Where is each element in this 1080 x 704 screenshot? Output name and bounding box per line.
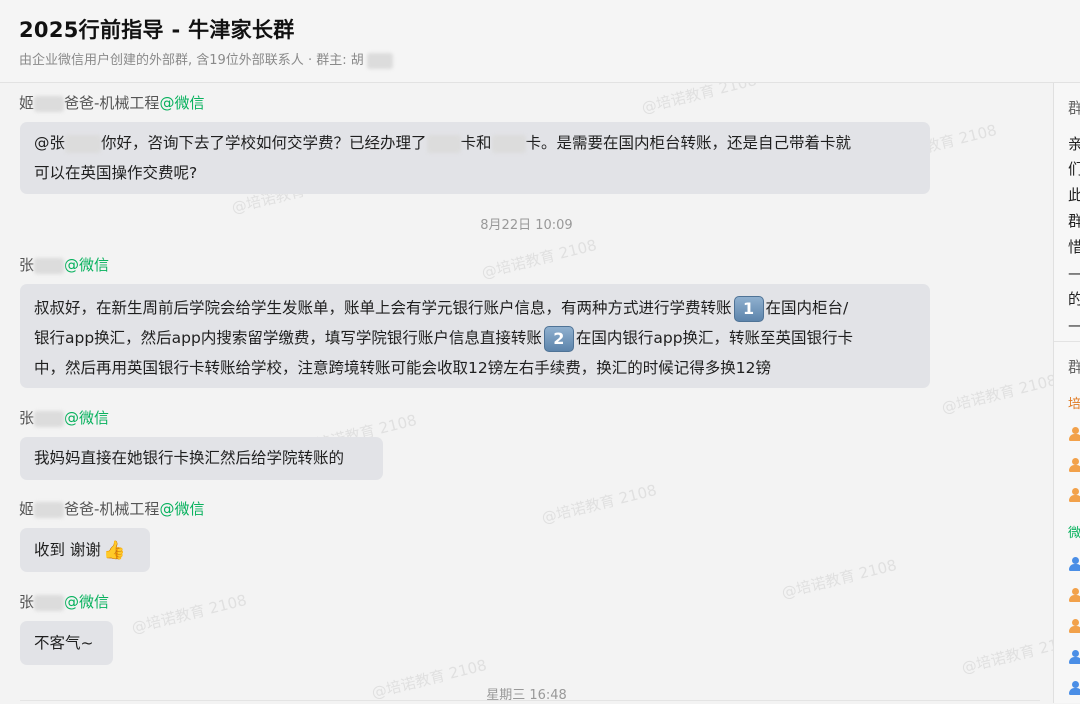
panel-char: 惜 (1068, 238, 1080, 256)
sender-name-prefix: 张 (19, 593, 35, 611)
member-icon[interactable] (1069, 488, 1080, 502)
message-sender[interactable]: 张 @微信 (19, 409, 109, 427)
panel-char: 此 (1068, 186, 1080, 204)
member-icon[interactable] (1069, 681, 1080, 695)
redacted-owner-name (366, 52, 393, 69)
group-subtitle: 由企业微信用户创建的外部群, 含19位外部联系人 · 群主: 胡 (19, 49, 393, 69)
redacted-name (34, 594, 65, 611)
message-bubble[interactable]: @张 你好，咨询下去了学校如何交学费？已经办理了 卡和 卡。是需要在国内柜台转账，还是… (20, 122, 930, 194)
sender-name-prefix: 张 (19, 409, 35, 427)
member-icon[interactable] (1069, 650, 1080, 664)
sender-name-prefix: 姬 (19, 94, 35, 112)
panel-char: 亲 (1068, 135, 1080, 153)
message-bubble[interactable]: 叔叔好，在新生周前后学院会给学生发账单，账单上会有学元银行账户信息，有两种方式进… (20, 284, 930, 388)
redacted-name (34, 257, 65, 274)
message-text: 银行app换汇，然后app内搜索留学缴费，填写学院银行账户信息直接转账 (34, 329, 542, 347)
redacted-text (426, 134, 461, 153)
panel-char: 们 (1068, 160, 1080, 178)
redacted-name (34, 410, 65, 427)
message-text: 中，然后再用英国银行卡转账给学校，注意跨境转账可能会收取12镑左右手续费，换汇的… (34, 359, 771, 377)
panel-char: 的 (1068, 290, 1080, 308)
group-title[interactable]: 2025行前指导 - 牛津家长群 (19, 14, 295, 44)
timestamp: 8月22日 10:09 (480, 218, 573, 233)
message-sender[interactable]: 张 @微信 (19, 256, 109, 274)
member-icon[interactable] (1069, 588, 1080, 602)
panel-separator (1054, 341, 1080, 342)
message-text: 我妈妈直接在她银行卡换汇然后给学院转账的 (34, 449, 345, 467)
message-text: 在国内银行app换汇，转账至英国银行卡 (575, 329, 854, 347)
message-text: 卡和 (460, 134, 492, 152)
member-icon[interactable] (1069, 458, 1080, 472)
panel-char: — (1068, 316, 1080, 334)
redacted-name (34, 501, 65, 518)
sender-name-prefix: 张 (19, 256, 35, 274)
message-list[interactable]: @培诺教育 2108 @培诺教育 2108 @培诺教育 2108 @培诺教育 2… (0, 83, 1053, 703)
member-icon[interactable] (1069, 557, 1080, 571)
watermark: @培诺教育 2108 (779, 555, 899, 602)
wechat-source-tag: @微信 (159, 500, 205, 518)
wechat-source-tag: @微信 (159, 94, 205, 112)
message-sender[interactable]: 张 @微信 (19, 593, 109, 611)
sender-name-suffix: 爸爸-机械工程 (64, 500, 160, 518)
message-bubble[interactable]: 我妈妈直接在她银行卡换汇然后给学院转账的 (20, 437, 383, 480)
message-bubble[interactable]: 收到 谢谢 👍 (20, 528, 150, 572)
wechat-source-tag: @微信 (64, 409, 110, 427)
watermark: @培诺教育 2108 (939, 370, 1053, 417)
watermark: @培诺教育 2108 (539, 480, 659, 527)
watermark: @培诺教育 2108 (129, 590, 249, 637)
message-text: 收到 谢谢 (34, 541, 101, 559)
keycap-1-icon: 1 (733, 295, 764, 322)
message-sender[interactable]: 姬 爸爸-机械工程@微信 (19, 94, 204, 112)
watermark: @培诺教育 2108 (479, 235, 599, 282)
keycap-2-icon: 2 (543, 325, 574, 352)
chat-header: 2025行前指导 - 牛津家长群 由企业微信用户创建的外部群, 含19位外部联系… (0, 0, 1080, 83)
message-text: @张 (34, 134, 66, 152)
watermark: @培诺教育 2108 (639, 83, 759, 117)
thumbs-up-icon: 👍 (102, 539, 126, 561)
group-subtitle-text: 由企业微信用户创建的外部群, 含19位外部联系人 · 群主: 胡 (19, 53, 364, 68)
wechat-source-tag: @微信 (64, 593, 110, 611)
member-icon[interactable] (1069, 619, 1080, 633)
panel-char: 群 (1068, 212, 1080, 230)
member-icon[interactable] (1069, 427, 1080, 441)
compose-area-edge (20, 700, 1040, 704)
redacted-text (491, 134, 526, 153)
message-bubble[interactable]: 不客气~ (20, 621, 113, 665)
message-text: 卡。是需要在国内柜台转账，还是自己带着卡就 (525, 134, 852, 152)
panel-char: 培 (1068, 397, 1080, 412)
message-text: 可以在英国操作交费呢? (34, 164, 198, 182)
message-text: 不客气~ (34, 634, 94, 652)
message-text: 在国内柜台/ (765, 299, 849, 317)
panel-char: 群 (1068, 99, 1080, 117)
watermark: @培诺教育 2108 (959, 630, 1053, 677)
panel-char: 微 (1068, 526, 1080, 541)
sender-name-suffix: 爸爸-机械工程 (64, 94, 160, 112)
panel-char: 群 (1068, 358, 1080, 376)
redacted-text (65, 134, 102, 153)
wechat-source-tag: @微信 (64, 256, 110, 274)
message-sender[interactable]: 姬 爸爸-机械工程@微信 (19, 500, 204, 518)
sender-name-prefix: 姬 (19, 500, 35, 518)
panel-char: — (1068, 264, 1080, 282)
redacted-name (34, 95, 65, 112)
message-text: 你好，咨询下去了学校如何交学费？已经办理了 (101, 134, 427, 152)
message-text: 叔叔好，在新生周前后学院会给学生发账单，账单上会有学元银行账户信息，有两种方式进… (34, 299, 732, 317)
group-info-panel: 群 亲 们 此 群 惜 — 的 — 群 培 微 (1054, 83, 1080, 703)
